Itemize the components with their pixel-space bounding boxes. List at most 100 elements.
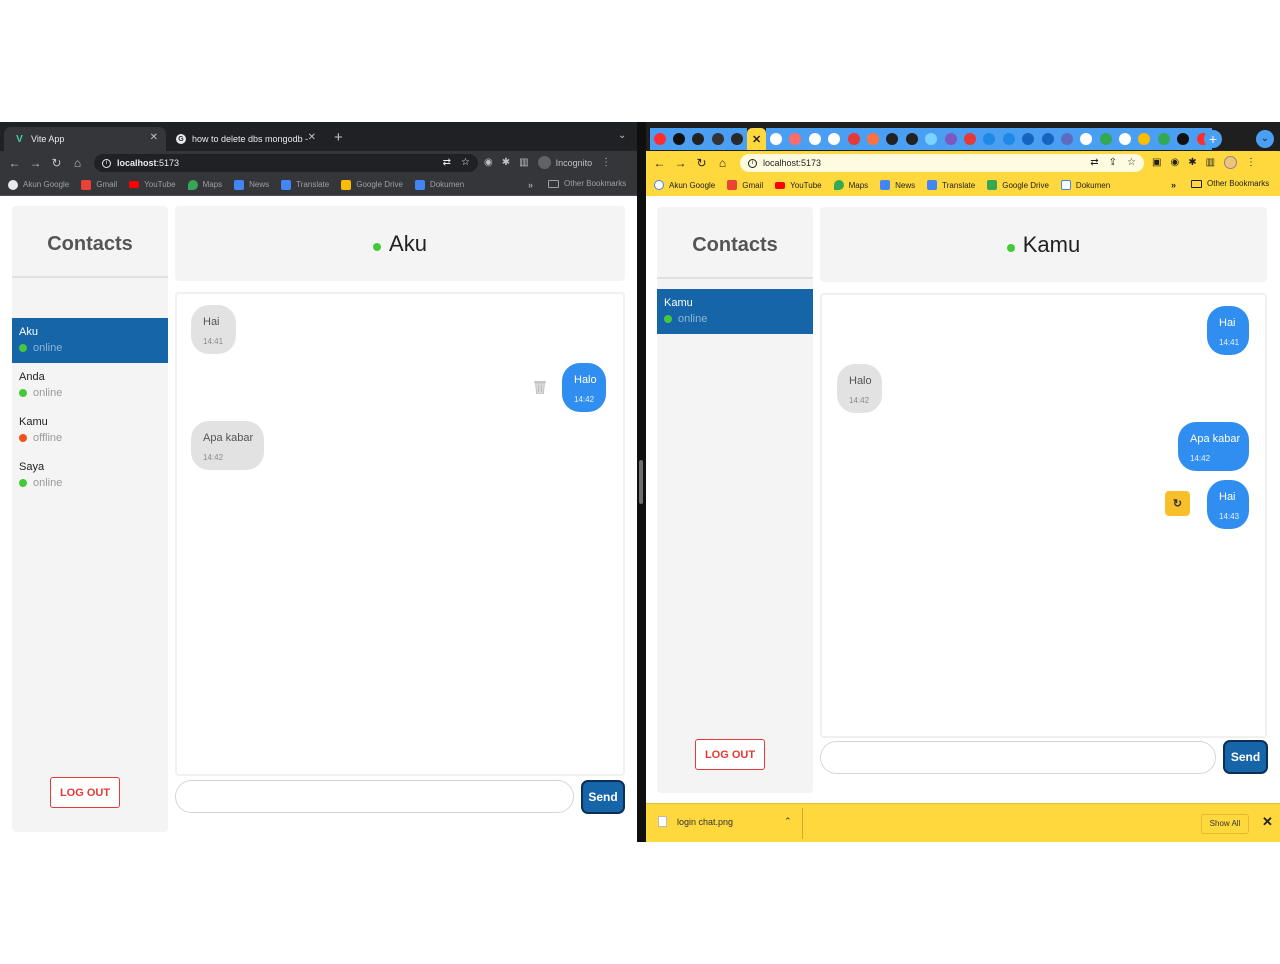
pinned-tab[interactable] [669, 128, 689, 150]
reload-icon[interactable]: ↻ [46, 156, 67, 170]
refresh-icon[interactable]: ↻ [1165, 491, 1190, 516]
pinned-tab[interactable] [843, 128, 864, 150]
bookmark-translate[interactable]: Translate [281, 179, 329, 190]
message-input[interactable] [175, 780, 574, 813]
bookmark-news[interactable]: News [234, 179, 269, 190]
pinned-tab[interactable] [882, 128, 903, 150]
pinned-tab[interactable] [708, 128, 728, 150]
star-icon[interactable]: ☆ [461, 157, 470, 168]
bookmark-maps[interactable]: Maps [833, 180, 868, 190]
camera-icon[interactable]: ◉ [484, 157, 493, 168]
picture-in-picture-icon[interactable]: ▣ [1152, 157, 1161, 168]
bookmark-translate[interactable]: Translate [927, 180, 975, 190]
bookmark-news[interactable]: News [880, 180, 915, 190]
bookmarks-overflow-button[interactable]: » [528, 180, 533, 190]
bookmark-dokumen[interactable]: Dokumen [414, 179, 464, 190]
info-icon[interactable]: i [102, 158, 111, 168]
back-arrow-icon[interactable]: ← [4, 156, 25, 170]
forward-arrow-icon[interactable]: → [670, 156, 691, 170]
other-bookmarks-button[interactable]: Other Bookmarks [1191, 179, 1269, 188]
contact-item-saya[interactable]: Saya online [12, 453, 168, 498]
new-tab-button[interactable]: + [1204, 130, 1222, 148]
pinned-tab[interactable] [1134, 128, 1155, 150]
contact-item-anda[interactable]: Anda online [12, 363, 168, 408]
logout-button[interactable]: LOG OUT [695, 739, 765, 770]
info-icon[interactable]: i [748, 158, 757, 168]
home-icon[interactable]: ⌂ [712, 156, 733, 170]
trash-icon[interactable] [534, 380, 546, 394]
resize-handle[interactable] [639, 460, 643, 504]
address-bar[interactable]: i localhost:5173 ⇄ ☆ [94, 154, 478, 172]
pinned-tab[interactable] [1037, 128, 1058, 150]
pinned-tab[interactable] [1095, 128, 1116, 150]
bookmark-google-drive[interactable]: Google Drive [987, 180, 1049, 190]
bookmark-dokumen[interactable]: Dokumen [1060, 180, 1110, 190]
tab-google-search[interactable]: G how to delete dbs mongodb - Go ✕ [166, 127, 324, 151]
translate-icon[interactable]: ⇄ [443, 157, 451, 168]
chevron-down-icon[interactable]: ⌄ [1256, 130, 1274, 148]
close-icon[interactable]: ✕ [150, 132, 158, 143]
pinned-tab[interactable] [650, 128, 670, 150]
bookmark-gmail[interactable]: Gmail [81, 179, 117, 190]
pinned-tab[interactable] [1018, 128, 1038, 150]
pinned-tab[interactable] [1115, 128, 1135, 150]
new-tab-button[interactable]: + [334, 129, 343, 146]
bookmark-youtube[interactable]: YouTube [129, 180, 176, 189]
pinned-tab[interactable] [979, 128, 1000, 150]
download-item[interactable]: login chat.png [658, 816, 733, 827]
share-icon[interactable]: ⇪ [1109, 157, 1117, 168]
send-button[interactable]: Send [581, 780, 625, 814]
bookmark-akun-google[interactable]: Akun Google [8, 179, 69, 190]
extensions-icon[interactable]: ✱ [502, 157, 510, 168]
other-bookmarks-button[interactable]: Other Bookmarks [548, 179, 626, 188]
bookmark-gmail[interactable]: Gmail [727, 180, 763, 190]
pinned-tab[interactable] [766, 128, 786, 150]
sidepanel-icon[interactable]: ▥ [519, 157, 528, 168]
back-arrow-icon[interactable]: ← [649, 156, 670, 170]
address-bar[interactable]: i localhost:5173 ⇄ ⇪ ☆ [740, 154, 1144, 172]
close-icon[interactable]: ✕ [308, 132, 316, 143]
close-icon[interactable]: ✕ [1262, 814, 1273, 830]
close-icon[interactable]: ✕ [752, 133, 761, 146]
menu-kebab-icon[interactable]: ⋮ [1246, 157, 1256, 168]
pinned-tab[interactable]: ✕ [746, 128, 767, 150]
pinned-tab[interactable] [999, 128, 1019, 150]
chevron-up-icon[interactable]: ⌃ [784, 816, 792, 827]
pinned-tab[interactable] [688, 128, 709, 150]
bookmark-youtube[interactable]: YouTube [775, 181, 822, 190]
pinned-tab[interactable] [863, 128, 883, 150]
pinned-tab[interactable] [1076, 128, 1096, 150]
pinned-tab[interactable] [824, 128, 844, 150]
sidepanel-icon[interactable]: ▥ [1206, 157, 1215, 168]
pinned-tab[interactable] [940, 128, 961, 150]
profile-avatar[interactable] [1224, 156, 1238, 169]
star-icon[interactable]: ☆ [1127, 157, 1136, 168]
camera-icon[interactable]: ◉ [1170, 157, 1179, 168]
home-icon[interactable]: ⌂ [67, 156, 88, 170]
pinned-tab[interactable] [1154, 128, 1174, 150]
chevron-down-icon[interactable]: ⌄ [618, 130, 626, 141]
message-input[interactable] [820, 741, 1216, 774]
bookmark-google-drive[interactable]: Google Drive [341, 179, 403, 190]
menu-kebab-icon[interactable]: ⋮ [601, 157, 611, 168]
pinned-tab[interactable] [960, 128, 980, 150]
bookmark-maps[interactable]: Maps [187, 179, 222, 190]
pinned-tab[interactable] [805, 128, 825, 150]
bookmark-akun-google[interactable]: Akun Google [654, 180, 715, 190]
pinned-tab[interactable] [1057, 128, 1077, 150]
extensions-icon[interactable]: ✱ [1188, 157, 1196, 168]
pinned-tab[interactable] [921, 128, 941, 150]
send-button[interactable]: Send [1223, 740, 1268, 774]
show-all-button[interactable]: Show All [1201, 814, 1249, 834]
tab-vite-app[interactable]: V Vite App ✕ [4, 127, 166, 151]
reload-icon[interactable]: ↻ [691, 156, 712, 170]
contact-item-aku[interactable]: Aku online [12, 318, 168, 363]
logout-button[interactable]: LOG OUT [50, 777, 120, 808]
split-divider[interactable] [637, 122, 646, 842]
incognito-indicator[interactable]: Incognito [537, 156, 592, 169]
contact-item-kamu[interactable]: Kamu online [657, 289, 813, 334]
forward-arrow-icon[interactable]: → [25, 156, 46, 170]
pinned-tab[interactable] [785, 128, 806, 150]
pinned-tab[interactable] [1173, 128, 1193, 150]
pinned-tab[interactable] [902, 128, 922, 150]
